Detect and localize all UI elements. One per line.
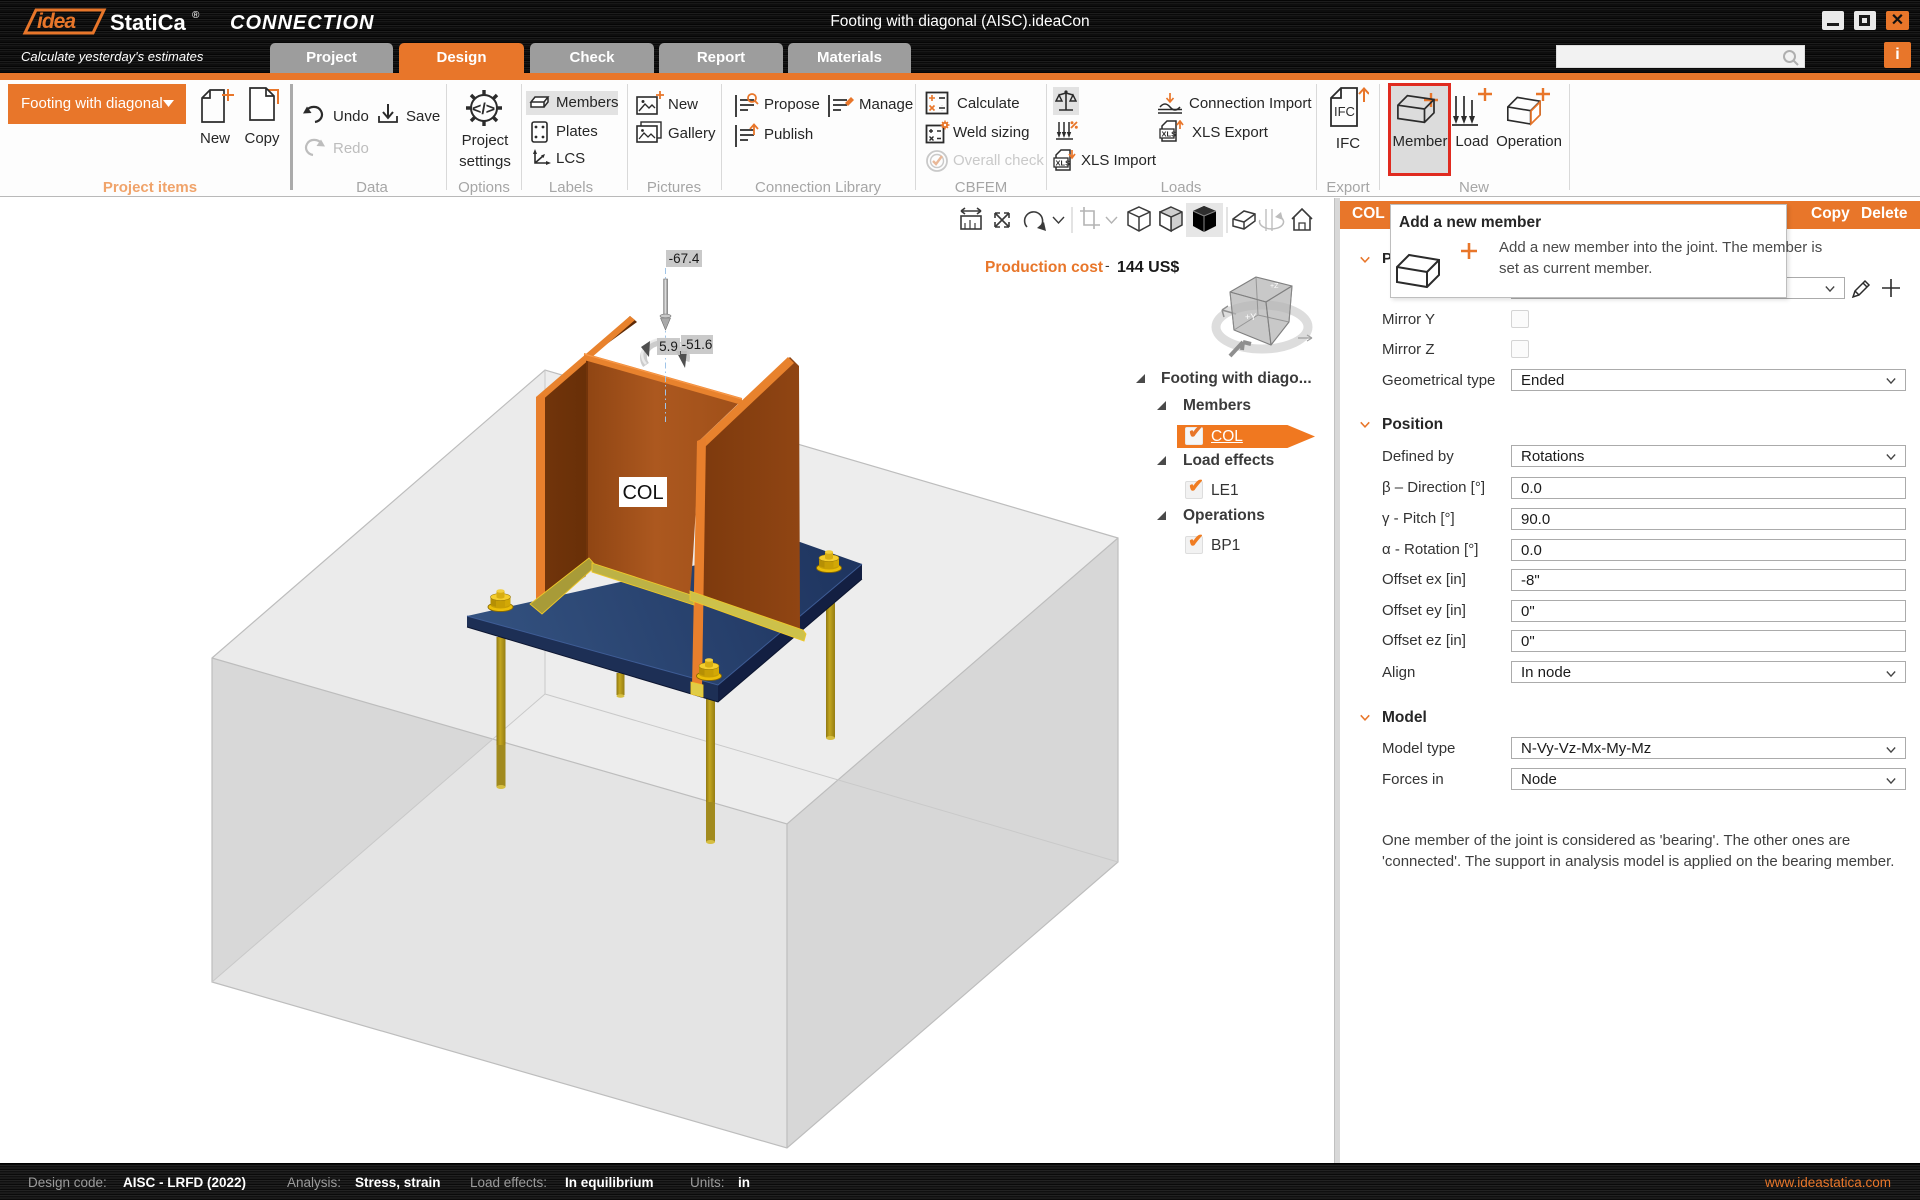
- svg-text:IFC: IFC: [1334, 104, 1355, 119]
- svg-text:COL: COL: [622, 482, 663, 504]
- svg-text:-: -: [1105, 257, 1110, 273]
- svg-text:5.9: 5.9: [659, 339, 678, 354]
- svg-text:-51.6: -51.6: [682, 337, 713, 352]
- svg-text:XLS: XLS: [1056, 159, 1071, 168]
- svg-text:Production cost: Production cost: [985, 259, 1103, 276]
- svg-text:®: ®: [192, 10, 200, 21]
- svg-text:idea: idea: [37, 10, 76, 33]
- svg-text:</>: </>: [472, 101, 495, 118]
- svg-text:+Y: +Y: [1245, 312, 1256, 322]
- svg-text:-67.4: -67.4: [669, 251, 700, 266]
- svg-text:+Z: +Z: [1270, 283, 1279, 290]
- svg-text:XLS: XLS: [1162, 130, 1177, 139]
- svg-text:StatiCa: StatiCa: [110, 10, 187, 35]
- svg-text:144 US$: 144 US$: [1117, 259, 1179, 276]
- svg-text:CONNECTION: CONNECTION: [230, 12, 374, 34]
